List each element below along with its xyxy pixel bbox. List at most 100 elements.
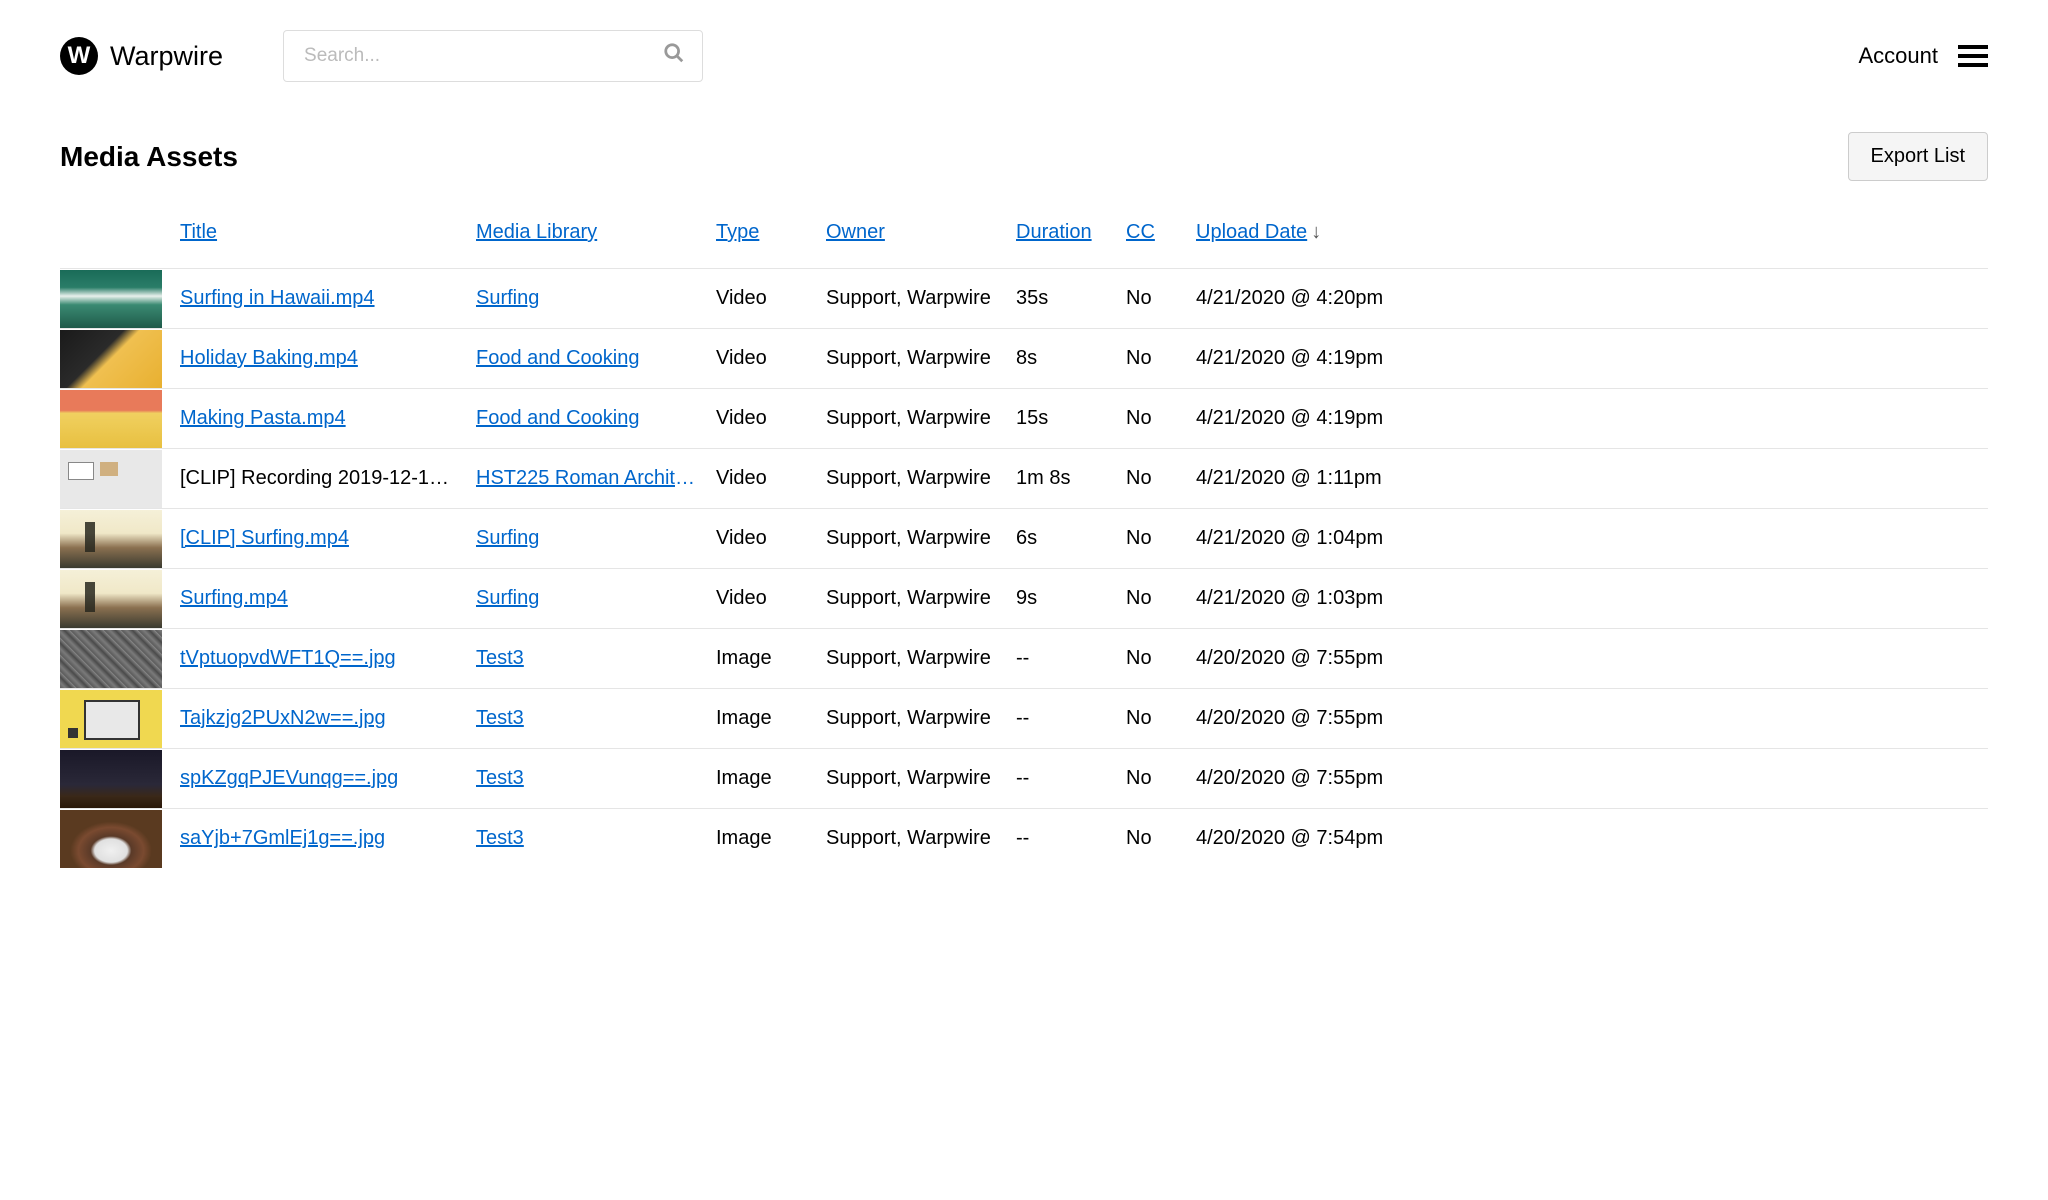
media-library-link[interactable]: Food and Cooking: [476, 407, 639, 430]
media-library-link[interactable]: Test3: [476, 827, 524, 850]
title-cell: Surfing in Hawaii.mp4: [162, 269, 468, 329]
cc-cell: No: [1118, 629, 1188, 689]
upload-date-cell: 4/21/2020 @ 1:11pm: [1188, 449, 1988, 509]
thumbnail-cell: [60, 809, 162, 869]
type-cell: Video: [708, 449, 818, 509]
library-cell: Surfing: [468, 509, 708, 569]
media-library-link[interactable]: Test3: [476, 707, 524, 730]
upload-date-cell: 4/21/2020 @ 4:20pm: [1188, 269, 1988, 329]
column-cc[interactable]: CC: [1118, 209, 1188, 269]
column-duration[interactable]: Duration: [1008, 209, 1118, 269]
column-media-library[interactable]: Media Library: [468, 209, 708, 269]
media-title-link[interactable]: Tajkzjg2PUxN2w==.jpg: [180, 707, 386, 730]
column-thumbnail: [60, 209, 162, 269]
media-library-link[interactable]: Test3: [476, 767, 524, 790]
thumbnail-cell: [60, 449, 162, 509]
brand-name: Warpwire: [110, 41, 223, 72]
cc-cell: No: [1118, 269, 1188, 329]
media-library-link[interactable]: HST225 Roman Architec…: [476, 467, 696, 490]
app-header: W Warpwire Account: [0, 0, 2048, 112]
upload-date-cell: 4/20/2020 @ 7:55pm: [1188, 629, 1988, 689]
table-row: Surfing.mp4SurfingVideoSupport, Warpwire…: [60, 569, 1988, 629]
thumbnail-cell: [60, 749, 162, 809]
media-thumbnail[interactable]: [60, 510, 162, 568]
library-cell: Test3: [468, 629, 708, 689]
upload-date-cell: 4/21/2020 @ 1:04pm: [1188, 509, 1988, 569]
library-cell: Food and Cooking: [468, 329, 708, 389]
table-row: Holiday Baking.mp4Food and CookingVideoS…: [60, 329, 1988, 389]
cc-cell: No: [1118, 689, 1188, 749]
thumbnail-cell: [60, 269, 162, 329]
media-title-link[interactable]: Surfing.mp4: [180, 587, 288, 610]
media-title-text: [CLIP] Recording 2019-12-13 15…: [180, 467, 460, 490]
owner-cell: Support, Warpwire: [818, 449, 1008, 509]
search-input[interactable]: [283, 30, 703, 82]
media-assets-table: Title Media Library Type Owner Duration …: [60, 209, 1988, 869]
media-thumbnail[interactable]: [60, 330, 162, 388]
media-title-link[interactable]: Surfing in Hawaii.mp4: [180, 287, 375, 310]
media-thumbnail[interactable]: [60, 750, 162, 808]
header-right: Account: [1859, 43, 1989, 69]
column-type[interactable]: Type: [708, 209, 818, 269]
duration-cell: 1m 8s: [1008, 449, 1118, 509]
owner-cell: Support, Warpwire: [818, 809, 1008, 869]
media-library-link[interactable]: Surfing: [476, 527, 539, 550]
duration-cell: --: [1008, 689, 1118, 749]
media-thumbnail[interactable]: [60, 570, 162, 628]
owner-cell: Support, Warpwire: [818, 509, 1008, 569]
upload-date-cell: 4/21/2020 @ 4:19pm: [1188, 329, 1988, 389]
owner-cell: Support, Warpwire: [818, 389, 1008, 449]
table-row: spKZgqPJEVunqg==.jpgTest3ImageSupport, W…: [60, 749, 1988, 809]
duration-cell: --: [1008, 629, 1118, 689]
hamburger-menu-icon[interactable]: [1958, 45, 1988, 67]
media-thumbnail[interactable]: [60, 690, 162, 748]
media-library-link[interactable]: Test3: [476, 647, 524, 670]
title-cell: Holiday Baking.mp4: [162, 329, 468, 389]
type-cell: Video: [708, 389, 818, 449]
upload-date-cell: 4/21/2020 @ 1:03pm: [1188, 569, 1988, 629]
media-library-link[interactable]: Food and Cooking: [476, 347, 639, 370]
title-cell: spKZgqPJEVunqg==.jpg: [162, 749, 468, 809]
library-cell: Test3: [468, 689, 708, 749]
media-title-link[interactable]: spKZgqPJEVunqg==.jpg: [180, 767, 398, 790]
owner-cell: Support, Warpwire: [818, 629, 1008, 689]
title-cell: Tajkzjg2PUxN2w==.jpg: [162, 689, 468, 749]
owner-cell: Support, Warpwire: [818, 269, 1008, 329]
duration-cell: 9s: [1008, 569, 1118, 629]
thumbnail-cell: [60, 689, 162, 749]
cc-cell: No: [1118, 329, 1188, 389]
media-thumbnail[interactable]: [60, 450, 162, 508]
title-cell: Making Pasta.mp4: [162, 389, 468, 449]
media-title-link[interactable]: [CLIP] Surfing.mp4: [180, 527, 349, 550]
table-header-row: Title Media Library Type Owner Duration …: [60, 209, 1988, 269]
media-thumbnail[interactable]: [60, 270, 162, 328]
thumbnail-cell: [60, 389, 162, 449]
brand-logo[interactable]: W Warpwire: [60, 37, 223, 75]
media-title-link[interactable]: Making Pasta.mp4: [180, 407, 346, 430]
column-owner[interactable]: Owner: [818, 209, 1008, 269]
media-library-link[interactable]: Surfing: [476, 587, 539, 610]
search-icon[interactable]: [663, 42, 685, 70]
table-row: saYjb+7GmlEj1g==.jpgTest3ImageSupport, W…: [60, 809, 1988, 869]
table-row: Surfing in Hawaii.mp4SurfingVideoSupport…: [60, 269, 1988, 329]
media-thumbnail[interactable]: [60, 810, 162, 868]
table-row: tVptuopvdWFT1Q==.jpgTest3ImageSupport, W…: [60, 629, 1988, 689]
export-list-button[interactable]: Export List: [1848, 132, 1988, 181]
account-link[interactable]: Account: [1859, 43, 1939, 69]
media-library-link[interactable]: Surfing: [476, 287, 539, 310]
media-title-link[interactable]: saYjb+7GmlEj1g==.jpg: [180, 827, 385, 850]
thumbnail-cell: [60, 509, 162, 569]
column-upload-date[interactable]: Upload Date↓: [1188, 209, 1988, 269]
upload-date-cell: 4/21/2020 @ 4:19pm: [1188, 389, 1988, 449]
duration-cell: 6s: [1008, 509, 1118, 569]
media-title-link[interactable]: tVptuopvdWFT1Q==.jpg: [180, 647, 396, 670]
title-cell: [CLIP] Surfing.mp4: [162, 509, 468, 569]
column-title[interactable]: Title: [162, 209, 468, 269]
media-thumbnail[interactable]: [60, 390, 162, 448]
sort-descending-icon: ↓: [1311, 221, 1321, 243]
media-title-link[interactable]: Holiday Baking.mp4: [180, 347, 358, 370]
title-cell: saYjb+7GmlEj1g==.jpg: [162, 809, 468, 869]
owner-cell: Support, Warpwire: [818, 689, 1008, 749]
media-thumbnail[interactable]: [60, 630, 162, 688]
library-cell: Surfing: [468, 569, 708, 629]
